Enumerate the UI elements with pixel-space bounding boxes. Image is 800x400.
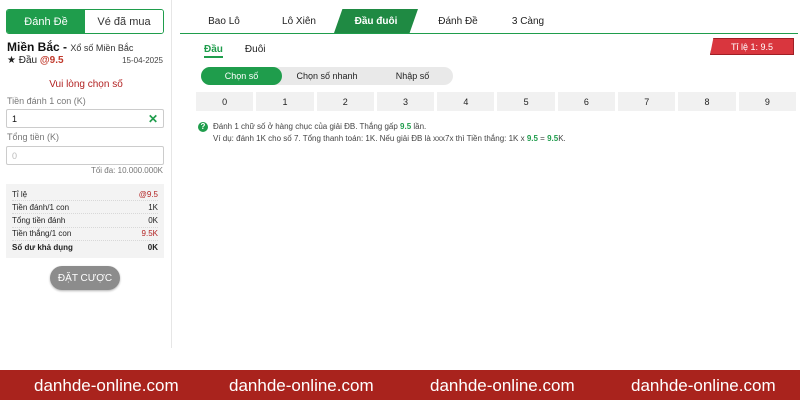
number-cell[interactable]: 1 <box>256 92 314 111</box>
help-highlight: 9.5 <box>547 134 559 143</box>
tab-chon-so[interactable]: Chọn số <box>201 67 282 85</box>
bet-slip-panel: Đánh Đề Vé đã mua Miền Bắc - Xổ số Miền … <box>0 0 172 348</box>
bet-slip-tabs: Đánh Đề Vé đã mua <box>6 9 164 34</box>
summary-row: Tiền thắng/1 con 9.5K <box>12 228 158 241</box>
footer-watermark: danhde-online.com <box>34 376 179 395</box>
help-highlight: 9.5 <box>400 122 412 131</box>
odds-badge: Tỉ lệ 1: 9.5 <box>710 38 794 55</box>
bet-summary: Tỉ lệ @9.5 Tiền đánh/1 con 1K Tổng tiền … <box>6 184 164 258</box>
bet-type: ★ Đầu @9.5 <box>7 55 64 66</box>
summary-row: Số dư khả dụng 0K <box>12 241 158 254</box>
number-cell[interactable]: 3 <box>376 92 435 111</box>
help-text-part: K. <box>558 134 566 143</box>
region-subtitle: Xổ số Miền Bắc <box>70 43 134 53</box>
number-cell[interactable]: 2 <box>316 92 374 111</box>
total-input[interactable]: 0 <box>6 146 164 165</box>
summary-label: Tiền đánh/1 con <box>12 202 70 212</box>
number-grid: 0 1 2 3 4 5 6 7 8 9 <box>196 92 796 111</box>
region-title: Miền Bắc - Xổ số Miền Bắc <box>7 40 133 54</box>
tab-lo-xien[interactable]: Lô Xiên <box>258 9 340 33</box>
number-cell[interactable]: 9 <box>738 92 796 111</box>
help-text-part: lần. <box>411 122 427 131</box>
position-tabs: Đầu Đuôi <box>204 44 265 58</box>
per-number-input[interactable]: 1 ✕ <box>6 109 164 128</box>
region-name: Miền Bắc - <box>7 40 68 54</box>
selection-mode-tabs: Chọn số Chọn số nhanh Nhập số <box>201 67 453 85</box>
tab-danh-de[interactable]: Đánh Đề <box>7 10 85 33</box>
summary-label: Tiền thắng/1 con <box>12 229 72 239</box>
summary-row: Tiền đánh/1 con 1K <box>12 201 158 215</box>
tab-danh-de-game[interactable]: Đánh Đề <box>418 9 498 33</box>
help-line-1: Đánh 1 chữ số ở hàng chục của giải ĐB. T… <box>213 121 566 133</box>
tab-ve-da-mua[interactable]: Vé đã mua <box>85 10 163 33</box>
number-cell[interactable]: 7 <box>618 92 676 111</box>
summary-row: Tổng tiền đánh 0K <box>12 214 158 228</box>
bet-odds: @9.5 <box>39 55 64 66</box>
page: Đánh Đề Vé đã mua Miền Bắc - Xổ số Miền … <box>0 0 800 400</box>
help-text-part: Ví dụ: đánh 1K cho số 7. Tổng thanh toán… <box>213 134 527 143</box>
help-text: ? Đánh 1 chữ số ở hàng chục của giải ĐB.… <box>198 121 566 145</box>
help-text-part: Đánh 1 chữ số ở hàng chục của giải ĐB. T… <box>213 122 401 131</box>
summary-value: 1K <box>148 202 158 212</box>
summary-value: 0K <box>148 215 158 225</box>
total-label: Tổng tiền (K) <box>7 132 60 142</box>
select-number-prompt: Vui lòng chọn số <box>49 79 123 90</box>
draw-date: 15-04-2025 <box>122 56 163 65</box>
question-icon: ? <box>198 122 208 132</box>
summary-value: @9.5 <box>138 189 158 199</box>
number-cell[interactable]: 4 <box>437 92 495 111</box>
per-number-value: 1 <box>12 113 18 124</box>
summary-value: 0K <box>147 242 158 252</box>
per-number-label: Tiền đánh 1 con (K) <box>7 96 86 106</box>
total-placeholder: 0 <box>12 150 18 161</box>
number-cell[interactable]: 8 <box>678 92 736 111</box>
footer-watermark: danhde-online.com <box>631 376 776 395</box>
place-bet-button[interactable]: ĐẶT CƯỢC <box>50 266 120 290</box>
star-icon: ★ <box>7 55 16 66</box>
tab-chon-so-nhanh[interactable]: Chọn số nhanh <box>282 67 372 85</box>
help-highlight: 9.5 <box>526 134 538 143</box>
tab-duoi[interactable]: Đuôi <box>245 44 266 58</box>
number-cell[interactable]: 6 <box>557 92 616 111</box>
footer-banner: danhde-online.com danhde-online.com danh… <box>0 370 800 400</box>
tab-3-cang[interactable]: 3 Càng <box>498 9 558 33</box>
number-cell[interactable]: 5 <box>497 92 555 111</box>
tab-nhap-so[interactable]: Nhập số <box>372 67 453 85</box>
summary-label: Tỉ lệ <box>12 189 28 199</box>
tab-bao-lo[interactable]: Bao Lô <box>180 9 268 33</box>
summary-value: 9.5K <box>141 229 158 239</box>
clear-icon[interactable]: ✕ <box>148 112 158 126</box>
number-cell[interactable]: 0 <box>196 92 254 111</box>
tab-dau-duoi[interactable]: Đầu đuôi <box>334 9 418 33</box>
max-note: Tối đa: 10.000.000K <box>90 166 163 175</box>
tab-dau[interactable]: Đầu <box>204 44 223 58</box>
summary-label: Tổng tiền đánh <box>12 215 66 225</box>
help-line-2: Ví dụ: đánh 1K cho số 7. Tổng thanh toán… <box>213 133 566 145</box>
footer-watermark: danhde-online.com <box>229 376 374 395</box>
footer-watermark: danhde-online.com <box>430 376 575 395</box>
game-type-tabs: Bao Lô Lô Xiên Đầu đuôi Đánh Đề 3 Càng <box>180 9 798 34</box>
summary-label: Số dư khả dụng <box>12 242 73 252</box>
help-text-part: = <box>537 134 548 143</box>
summary-row: Tỉ lệ @9.5 <box>12 188 158 202</box>
bet-type-label: Đầu <box>18 55 38 66</box>
